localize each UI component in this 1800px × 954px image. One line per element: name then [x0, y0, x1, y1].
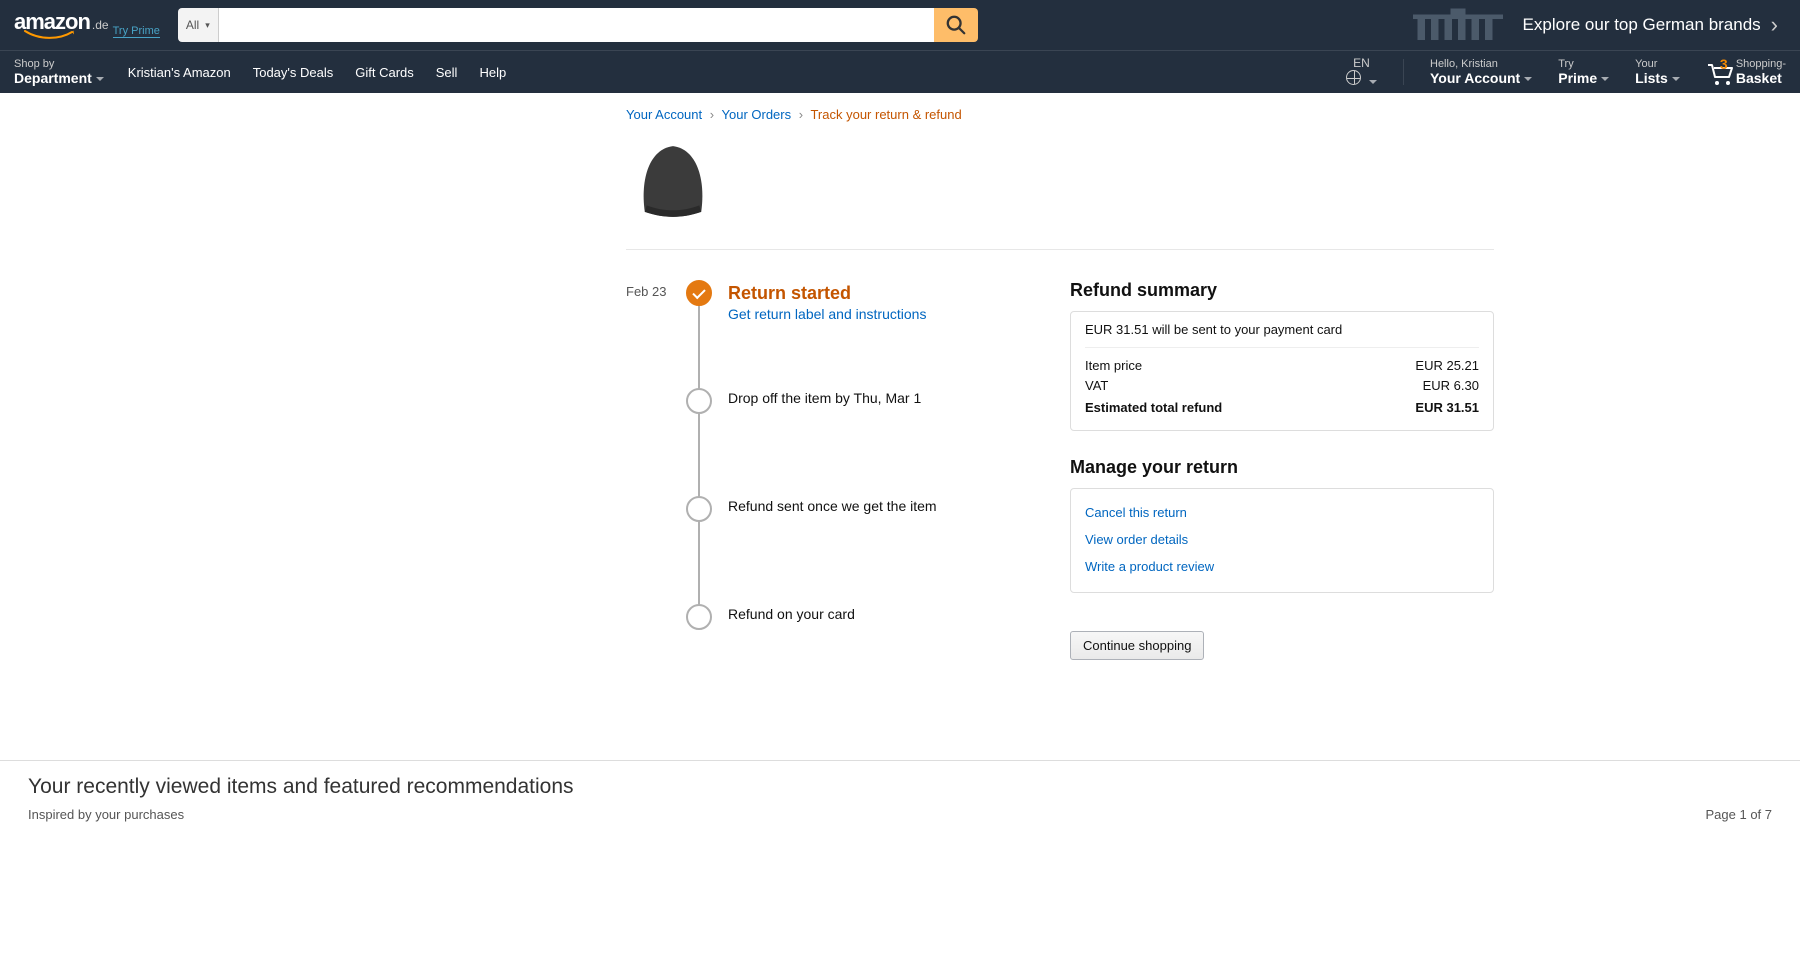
chevron-down-icon	[1524, 77, 1532, 81]
step-circle	[686, 388, 712, 414]
prime-top-label: Try	[1558, 58, 1609, 70]
prime-menu[interactable]: Try Prime	[1558, 58, 1609, 86]
cart-count-badge: 3	[1720, 56, 1728, 72]
cart-link[interactable]: 3 Shopping- Basket	[1706, 58, 1786, 86]
product-image[interactable]	[626, 132, 720, 226]
step-title: Return started	[728, 282, 926, 304]
chevron-down-icon: ▾	[205, 20, 210, 31]
timeline-date: Feb 23	[626, 280, 686, 630]
dept-top-label: Shop by	[14, 58, 104, 70]
search-input[interactable]	[219, 8, 934, 42]
step-text: Refund on your card	[728, 604, 855, 622]
lang-label: EN	[1353, 56, 1370, 70]
nav-separator	[1403, 59, 1404, 85]
timeline-step-return-started: Return started Get return label and inst…	[686, 280, 937, 388]
chevron-down-icon	[96, 77, 104, 81]
timeline-step-refund-sent: Refund sent once we get the item	[686, 496, 937, 604]
rvi-page-indicator: Page 1 of 7	[1706, 807, 1773, 822]
refund-summary-card: EUR 31.51 will be sent to your payment c…	[1070, 311, 1494, 431]
item-price-value: EUR 25.21	[1415, 356, 1479, 376]
chevron-down-icon	[1672, 77, 1680, 81]
section-divider	[626, 249, 1494, 250]
nav-link-my-amazon[interactable]: Kristian's Amazon	[128, 65, 231, 80]
brands-promo-text: Explore our top German brands	[1523, 15, 1761, 35]
return-timeline: Return started Get return label and inst…	[686, 280, 937, 630]
lists-menu[interactable]: Your Lists	[1635, 58, 1680, 86]
rvi-subtitle: Inspired by your purchases	[28, 807, 184, 822]
vat-value: EUR 6.30	[1423, 376, 1479, 396]
cancel-return-link[interactable]: Cancel this return	[1085, 499, 1479, 526]
brandenburg-gate-icon	[1413, 8, 1503, 42]
nav-link-gift-cards[interactable]: Gift Cards	[355, 65, 414, 80]
search-dd-label: All	[186, 18, 199, 32]
nav-link-todays-deals[interactable]: Today's Deals	[253, 65, 334, 80]
nav-link-help[interactable]: Help	[479, 65, 506, 80]
cart-bottom-label: Basket	[1736, 70, 1786, 86]
account-bottom-label: Your Account	[1430, 70, 1520, 86]
german-brands-promo[interactable]: Explore our top German brands ›	[978, 8, 1790, 42]
department-menu[interactable]: Shop by Department	[14, 58, 104, 86]
breadcrumb: Your Account › Your Orders › Track your …	[626, 101, 1494, 132]
account-menu[interactable]: Hello, Kristian Your Account	[1430, 58, 1532, 86]
timeline-step-dropoff: Drop off the item by Thu, Mar 1	[686, 388, 937, 496]
step-text: Drop off the item by Thu, Mar 1	[728, 388, 921, 406]
chevron-down-icon	[1369, 80, 1377, 84]
lists-top-label: Your	[1635, 58, 1680, 70]
manage-return-card: Cancel this return View order details Wr…	[1070, 488, 1494, 593]
chevron-down-icon	[1601, 77, 1609, 81]
item-price-label: Item price	[1085, 356, 1142, 376]
vat-label: VAT	[1085, 376, 1108, 396]
breadcrumb-current: Track your return & refund	[810, 107, 961, 122]
breadcrumb-your-account[interactable]: Your Account	[626, 107, 702, 122]
timeline-step-refund-card: Refund on your card	[686, 604, 937, 630]
total-refund-label: Estimated total refund	[1085, 398, 1222, 418]
amazon-logo[interactable]: amazon.de Try Prime	[14, 11, 160, 40]
step-text: Refund sent once we get the item	[728, 496, 937, 514]
nav-link-sell[interactable]: Sell	[436, 65, 458, 80]
view-order-details-link[interactable]: View order details	[1085, 526, 1479, 553]
lists-bottom-label: Lists	[1635, 70, 1668, 86]
prime-bottom-label: Prime	[1558, 70, 1597, 86]
account-top-label: Hello, Kristian	[1430, 58, 1532, 70]
continue-shopping-button[interactable]: Continue shopping	[1070, 631, 1204, 660]
get-return-label-link[interactable]: Get return label and instructions	[728, 306, 926, 322]
step-circle-active	[686, 280, 712, 306]
manage-return-title: Manage your return	[1070, 457, 1494, 478]
cart-top-label: Shopping-	[1736, 58, 1786, 70]
logo-domain: .de	[92, 18, 109, 34]
search-icon	[945, 14, 967, 36]
breadcrumb-separator: ›	[710, 107, 714, 122]
search-button[interactable]	[934, 8, 978, 42]
rvi-title: Your recently viewed items and featured …	[28, 775, 1772, 799]
step-circle	[686, 604, 712, 630]
globe-icon	[1346, 70, 1361, 85]
breadcrumb-separator: ›	[799, 107, 803, 122]
try-prime-link[interactable]: Try Prime	[113, 25, 160, 38]
search-bar: All ▾	[178, 8, 978, 42]
write-review-link[interactable]: Write a product review	[1085, 553, 1479, 580]
breadcrumb-your-orders[interactable]: Your Orders	[722, 107, 792, 122]
language-selector[interactable]: EN	[1346, 56, 1377, 88]
dept-bottom-label: Department	[14, 70, 92, 86]
logo-text: amazon	[14, 9, 90, 34]
total-refund-value: EUR 31.51	[1415, 398, 1479, 418]
refund-topline: EUR 31.51 will be sent to your payment c…	[1085, 322, 1479, 348]
refund-summary-title: Refund summary	[1070, 280, 1494, 301]
step-circle	[686, 496, 712, 522]
search-category-dropdown[interactable]: All ▾	[178, 8, 219, 42]
chevron-right-icon: ›	[1771, 12, 1778, 38]
